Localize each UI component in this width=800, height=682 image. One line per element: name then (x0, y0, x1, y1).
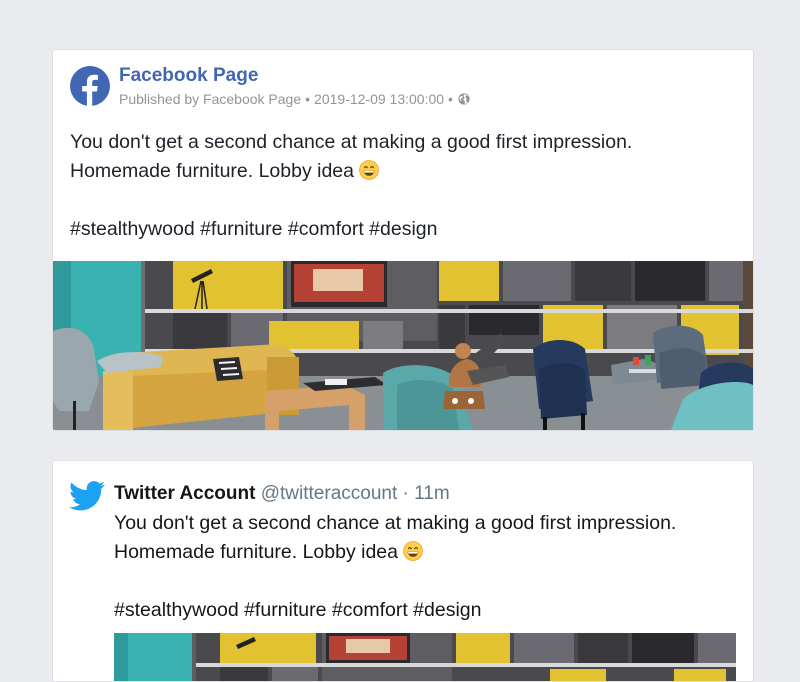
post-text-line: Homemade furniture. Lobby idea (70, 160, 354, 182)
facebook-post-card: Facebook Page Published by Facebook Page… (52, 49, 754, 431)
twitter-post-image[interactable] (114, 633, 736, 681)
published-by-text: Published by Facebook Page (119, 91, 302, 107)
facebook-post-text: You don't get a second chance at making … (70, 128, 737, 244)
lobby-photo-illustration (114, 633, 736, 681)
facebook-page-name-link[interactable]: Facebook Page (119, 65, 470, 87)
separator-dot: • (305, 91, 311, 107)
twitter-account-name-link[interactable]: Twitter Account (114, 483, 255, 504)
grinning-face-emoji-icon (359, 160, 380, 180)
tweet-relative-time[interactable]: 11m (414, 483, 450, 504)
facebook-post-image[interactable] (53, 261, 753, 430)
post-text-line: You don't get a second chance at making … (114, 512, 677, 534)
twitter-post-text: You don't get a second chance at making … (114, 509, 737, 625)
twitter-post-header: Twitter Account @twitteraccount · 11m (114, 482, 450, 506)
lobby-photo-illustration (53, 261, 753, 430)
facebook-post-subline: Published by Facebook Page • 2019-12-09 … (119, 90, 470, 108)
twitter-post-card: Twitter Account @twitteraccount · 11m Yo… (52, 460, 754, 682)
post-timestamp-link[interactable]: 2019-12-09 13:00:00 (314, 90, 444, 108)
post-text-line: Homemade furniture. Lobby idea (114, 541, 398, 563)
separator-dot: • (448, 91, 453, 107)
facebook-post-header: Facebook Page Published by Facebook Page… (70, 65, 737, 110)
post-hashtags[interactable]: #stealthywood #furniture #comfort #desig… (70, 218, 437, 240)
separator-dot: · (402, 483, 409, 504)
twitter-handle[interactable]: @twitteraccount (261, 483, 398, 504)
globe-icon[interactable] (458, 93, 470, 105)
twitter-bird-icon[interactable] (69, 481, 105, 511)
facebook-logo-icon[interactable] (70, 66, 110, 106)
facebook-post-meta: Facebook Page Published by Facebook Page… (119, 65, 470, 108)
post-hashtags[interactable]: #stealthywood #furniture #comfort #desig… (114, 599, 481, 621)
grinning-face-emoji-icon (403, 541, 424, 561)
post-text-line: You don't get a second chance at making … (70, 131, 633, 153)
